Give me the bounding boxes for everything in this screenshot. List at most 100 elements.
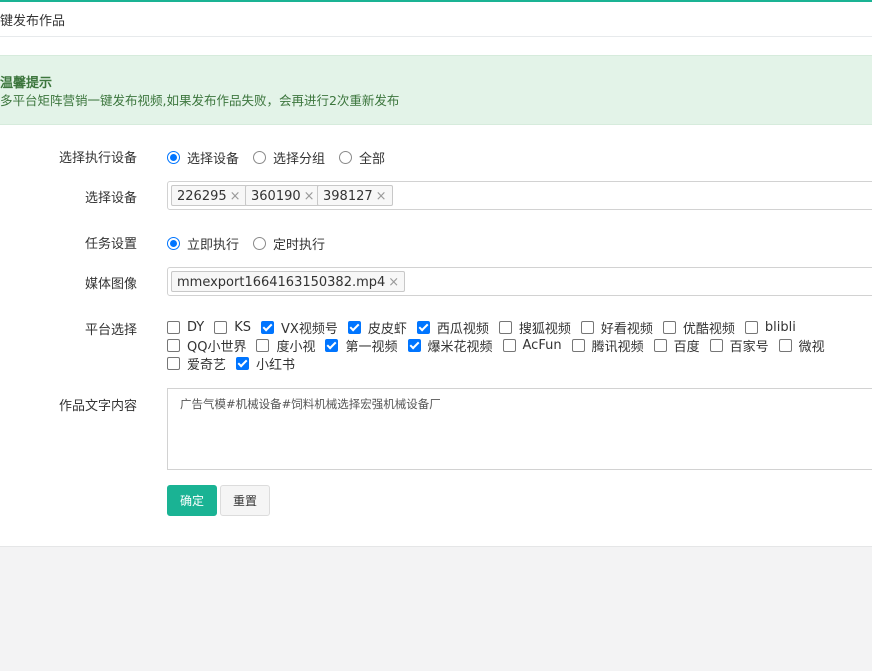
radio-select-group-indicator[interactable] <box>253 151 267 164</box>
radio-select-device[interactable]: 选择设备 <box>167 148 239 167</box>
platform-label-text: 小红书 <box>256 357 296 373</box>
radio-run-now[interactable]: 立即执行 <box>167 234 239 253</box>
platform-label-text: AcFun <box>522 337 562 353</box>
radio-scheduled-label: 定时执行 <box>273 238 326 253</box>
tip-alert: 温馨提示 多平台矩阵营销一键发布视频,如果发布作品失败，会再进行2次重新发布 <box>0 55 872 125</box>
checkbox[interactable] <box>325 338 339 352</box>
media-tag-text: mmexport1664163150382.mp4 <box>177 275 386 290</box>
checkbox[interactable] <box>744 320 758 334</box>
alert-text: 多平台矩阵营销一键发布视频,如果发布作品失败，会再进行2次重新发布 <box>0 93 400 108</box>
platform-baijiahao[interactable]: 百家号 <box>709 336 769 355</box>
platform-xiaohongshu[interactable]: 小红书 <box>236 354 295 373</box>
checkbox[interactable] <box>261 320 275 334</box>
platform-ks[interactable]: KS <box>214 320 251 335</box>
checkbox[interactable] <box>236 356 250 370</box>
radio-all-label: 全部 <box>359 152 386 167</box>
top-accent-bar <box>0 0 872 2</box>
publish-panel: 键发布作品 温馨提示 多平台矩阵营销一键发布视频,如果发布作品失败，会再进行2次… <box>0 0 872 547</box>
platform-label-text: 爆米花视频 <box>427 339 493 355</box>
platform-tencent[interactable]: 腾讯视频 <box>571 336 644 355</box>
radio-run-now-indicator[interactable] <box>167 237 180 250</box>
platform-baomihua[interactable]: 爆米花视频 <box>407 336 493 355</box>
device-tag-text: 226295 <box>177 189 227 204</box>
platform-label-text: 微视 <box>798 339 825 355</box>
device-multiselect[interactable]: 226295 × 360190 × 398127 × <box>167 181 872 210</box>
checkbox[interactable] <box>256 338 270 352</box>
platform-pipixia[interactable]: 皮皮虾 <box>347 318 407 337</box>
platform-duxiaoshi[interactable]: 度小视 <box>256 336 315 355</box>
checkbox[interactable] <box>347 320 361 334</box>
checkbox[interactable] <box>662 320 676 334</box>
platform-label-text: blibli <box>764 319 796 335</box>
checkbox[interactable] <box>709 338 723 352</box>
radio-scheduled[interactable]: 定时执行 <box>253 234 325 253</box>
device-tag: 398127 × <box>317 185 393 206</box>
checkbox[interactable] <box>167 356 180 370</box>
checkbox[interactable] <box>416 320 430 334</box>
radio-select-device-label: 选择设备 <box>187 152 240 167</box>
exec-device-label: 选择执行设备 <box>58 151 137 166</box>
remove-tag-icon[interactable]: × <box>304 189 315 204</box>
platform-row: QQ小世界 度小视 第一视频 爆米花视频 AcFun 腾讯视频 百度 百家号 微… <box>167 336 867 355</box>
platform-label-text: 腾讯视频 <box>591 339 644 355</box>
platform-label-text: 爱奇艺 <box>187 357 227 373</box>
radio-select-group[interactable]: 选择分组 <box>253 148 325 167</box>
platform-youku[interactable]: 优酷视频 <box>662 318 735 337</box>
reset-button[interactable]: 重置 <box>220 485 270 516</box>
checkbox[interactable] <box>502 338 516 352</box>
content-textarea[interactable]: 广告气模#机械设备#饲料机械选择宏强机械设备厂 <box>167 388 872 470</box>
platform-checkbox-group: DY KS VX视频号 皮皮虾 西瓜视频 搜狐视频 好看视频 优酷视频 blib… <box>167 318 867 373</box>
platform-baidu[interactable]: 百度 <box>653 336 700 355</box>
radio-scheduled-indicator[interactable] <box>253 237 267 250</box>
remove-tag-icon[interactable]: × <box>376 189 387 204</box>
confirm-button[interactable]: 确定 <box>167 485 217 516</box>
platform-weishi[interactable]: 微视 <box>778 336 825 355</box>
radio-all[interactable]: 全部 <box>339 148 385 167</box>
checkbox[interactable] <box>580 320 594 334</box>
checkbox[interactable] <box>214 320 228 334</box>
platform-row: DY KS VX视频号 皮皮虾 西瓜视频 搜狐视频 好看视频 优酷视频 blib… <box>167 318 867 337</box>
platform-label-text: 皮皮虾 <box>367 321 407 337</box>
platform-iqiyi[interactable]: 爱奇艺 <box>167 354 226 373</box>
device-tag: 360190 × <box>245 185 321 206</box>
platform-label-text: KS <box>234 319 252 335</box>
content-text: 广告气模#机械设备#饲料机械选择宏强机械设备厂 <box>180 397 441 411</box>
platform-haokan[interactable]: 好看视频 <box>580 318 653 337</box>
platform-label-text: 好看视频 <box>600 321 653 337</box>
platform-label-text: 第一视频 <box>345 339 398 355</box>
platform-xigua[interactable]: 西瓜视频 <box>416 318 489 337</box>
device-tag-text: 398127 <box>323 189 373 204</box>
radio-select-device-indicator[interactable] <box>167 151 180 164</box>
platform-label-text: 西瓜视频 <box>436 321 489 337</box>
radio-all-indicator[interactable] <box>339 151 353 164</box>
checkbox[interactable] <box>167 320 180 334</box>
platform-label-text: 百度 <box>673 339 700 355</box>
platform-acfun[interactable]: AcFun <box>502 337 562 353</box>
checkbox[interactable] <box>653 338 667 352</box>
radio-run-now-label: 立即执行 <box>187 238 240 253</box>
checkbox[interactable] <box>778 338 792 352</box>
checkbox[interactable] <box>407 338 421 352</box>
checkbox[interactable] <box>498 320 512 334</box>
platform-label-text: DY <box>187 319 205 335</box>
platform-dy[interactable]: DY <box>167 320 204 335</box>
platform-label: 平台选择 <box>84 323 137 338</box>
platform-label-text: VX视频号 <box>281 321 338 337</box>
checkbox[interactable] <box>571 338 585 352</box>
media-label: 媒体图像 <box>84 277 137 292</box>
title-divider <box>0 36 872 37</box>
platform-sohu[interactable]: 搜狐视频 <box>498 318 571 337</box>
media-multiselect[interactable]: mmexport1664163150382.mp4 × <box>167 267 872 296</box>
platform-qq[interactable]: QQ小世界 <box>167 336 246 355</box>
task-radio-group: 立即执行 定时执行 <box>167 234 339 253</box>
platform-vx[interactable]: VX视频号 <box>261 318 338 337</box>
remove-tag-icon[interactable]: × <box>230 189 241 204</box>
platform-blibli[interactable]: blibli <box>744 319 796 335</box>
remove-tag-icon[interactable]: × <box>388 275 399 290</box>
task-label: 任务设置 <box>84 237 137 252</box>
exec-device-radio-group: 选择设备 选择分组 全部 <box>167 148 399 167</box>
alert-title: 温馨提示 <box>0 76 53 91</box>
platform-label-text: 百家号 <box>729 339 769 355</box>
platform-diyi[interactable]: 第一视频 <box>325 336 398 355</box>
checkbox[interactable] <box>167 338 180 352</box>
